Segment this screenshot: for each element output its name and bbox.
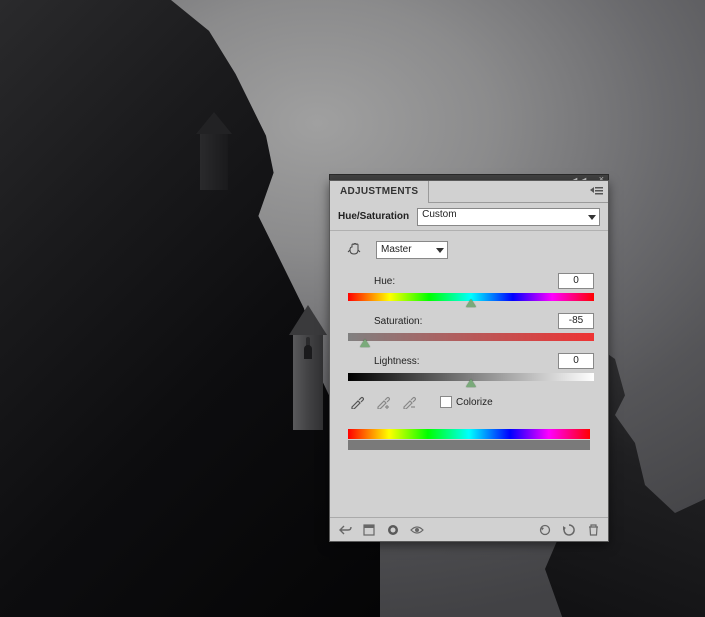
color-bar-bottom [348,440,590,450]
clip-to-layer-icon[interactable] [384,521,402,539]
adjustments-panel: ADJUSTMENTS Hue/Saturation Custom Master… [329,180,609,542]
header-row: Hue/Saturation Custom [330,203,608,231]
eyedropper-subtract-icon[interactable] [400,393,418,411]
tab-row: ADJUSTMENTS [330,181,608,203]
saturation-slider-thumb[interactable] [360,339,370,347]
bg-tower [293,330,323,430]
lightness-slider-group: Lightness: 0 [344,353,594,381]
expand-view-icon[interactable] [360,521,378,539]
back-icon[interactable] [336,521,354,539]
color-bar-top [348,429,590,439]
flyout-menu-icon[interactable] [590,185,604,197]
saturation-slider-track[interactable] [348,333,594,341]
colorize-checkbox-wrap[interactable]: Colorize [440,396,493,408]
trash-icon[interactable] [584,521,602,539]
visibility-icon[interactable] [408,521,426,539]
hue-value-input[interactable]: 0 [558,273,594,289]
saturation-label: Saturation: [374,316,422,327]
colorize-label: Colorize [456,397,493,408]
saturation-slider-group: Saturation: -85 [344,313,594,341]
color-range-bars [348,429,590,450]
panel-footer [330,517,608,541]
saturation-value-input[interactable]: -85 [558,313,594,329]
lightness-slider-thumb[interactable] [466,379,476,387]
adjustment-title: Hue/Saturation [338,211,409,222]
colorize-checkbox[interactable] [440,396,452,408]
canvas-workspace: ◄◄ × ADJUSTMENTS Hue/Saturation Custom M… [0,0,705,617]
preset-select[interactable]: Custom [417,208,600,226]
panel-body: Master Hue: 0 Saturation: -85 [330,231,608,456]
targeted-adjustment-icon[interactable] [346,241,364,259]
lightness-value-input[interactable]: 0 [558,353,594,369]
bg-tower [200,130,228,190]
previous-state-icon[interactable] [536,521,554,539]
tab-adjustments[interactable]: ADJUSTMENTS [330,181,429,203]
lightness-label: Lightness: [374,356,420,367]
bg-mountain-left [0,0,380,617]
reset-icon[interactable] [560,521,578,539]
channel-select[interactable]: Master [376,241,448,259]
eyedropper-add-icon[interactable] [374,393,392,411]
hue-slider-thumb[interactable] [466,299,476,307]
lightness-slider-track[interactable] [348,373,594,381]
hue-slider-track[interactable] [348,293,594,301]
eyedropper-icon[interactable] [348,393,366,411]
hue-slider-group: Hue: 0 [344,273,594,301]
hue-label: Hue: [374,276,395,287]
